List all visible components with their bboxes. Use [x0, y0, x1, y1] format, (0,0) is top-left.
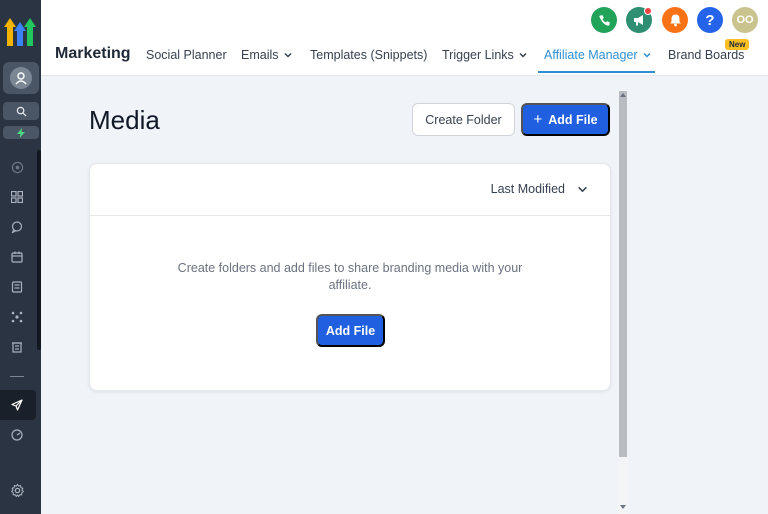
- chevron-down-icon: [283, 52, 292, 58]
- help-button[interactable]: ?: [697, 7, 723, 33]
- scroll-up-arrow[interactable]: [619, 92, 627, 98]
- bolt-icon: [17, 127, 25, 138]
- page-title: Media: [89, 105, 160, 135]
- module-title: Marketing: [55, 45, 131, 62]
- chevron-down-icon: [643, 52, 651, 58]
- top-header: ? OO Marketing Social Planner Emails Tem…: [41, 0, 768, 76]
- announcements-button[interactable]: [626, 7, 652, 33]
- main-scrollbar-thumb[interactable]: [619, 91, 627, 457]
- target-icon[interactable]: [8, 158, 26, 176]
- chat-icon[interactable]: [8, 218, 26, 236]
- sidebar-divider: [10, 376, 24, 377]
- sidebar: [0, 0, 41, 514]
- notification-dot: [644, 7, 652, 15]
- notifications-button[interactable]: [662, 7, 688, 33]
- tab-affiliate-manager[interactable]: Affiliate Manager: [544, 48, 652, 62]
- tab-brand-boards[interactable]: Brand Boards: [668, 48, 744, 62]
- main-content: Media Create Folder + Add File Last Modi…: [41, 77, 768, 514]
- empty-state-message: Create folders and add files to share br…: [177, 261, 523, 292]
- bank-icon[interactable]: [8, 338, 26, 356]
- network-icon[interactable]: [8, 308, 26, 326]
- logo[interactable]: [3, 12, 37, 48]
- gauge-icon[interactable]: [8, 426, 26, 444]
- send-icon[interactable]: [8, 396, 26, 414]
- sidebar-quick-action-button[interactable]: [3, 126, 39, 139]
- phone-icon: [598, 14, 610, 26]
- plus-icon: +: [533, 111, 543, 128]
- phone-button[interactable]: [591, 7, 617, 33]
- tab-trigger-links[interactable]: Trigger Links: [442, 48, 528, 62]
- chevron-down-icon: [578, 186, 587, 192]
- bell-icon: [669, 14, 681, 27]
- tab-emails[interactable]: Emails: [241, 48, 293, 62]
- sidebar-account-button[interactable]: [3, 62, 39, 94]
- active-tab-indicator: [538, 71, 655, 73]
- scroll-down-arrow[interactable]: [619, 504, 627, 510]
- sidebar-search-button[interactable]: [3, 102, 39, 120]
- chevron-down-icon: [519, 52, 527, 58]
- create-folder-button[interactable]: Create Folder: [412, 103, 515, 136]
- help-icon: ?: [705, 11, 715, 29]
- tab-templates[interactable]: Templates (Snippets): [310, 48, 427, 62]
- new-badge: New: [725, 39, 750, 50]
- user-initials: OO: [736, 14, 754, 26]
- megaphone-icon: [634, 15, 643, 26]
- calendar-icon[interactable]: [8, 248, 26, 266]
- contacts-icon[interactable]: [8, 278, 26, 296]
- search-icon: [16, 106, 27, 117]
- gear-icon[interactable]: [8, 481, 26, 499]
- empty-state-add-file-button[interactable]: Add File: [316, 314, 385, 347]
- user-avatar-icon: [10, 67, 32, 89]
- grid-icon[interactable]: [8, 188, 26, 206]
- add-file-button[interactable]: + Add File: [521, 103, 610, 136]
- sort-dropdown[interactable]: Last Modified: [491, 182, 588, 196]
- add-file-label: Add File: [548, 112, 598, 127]
- media-card-header: Last Modified: [90, 164, 610, 216]
- sort-label: Last Modified: [490, 182, 565, 196]
- user-avatar[interactable]: OO: [732, 7, 758, 33]
- tab-social-planner[interactable]: Social Planner: [146, 48, 227, 62]
- media-card: Last Modified Create folders and add fil…: [89, 163, 611, 391]
